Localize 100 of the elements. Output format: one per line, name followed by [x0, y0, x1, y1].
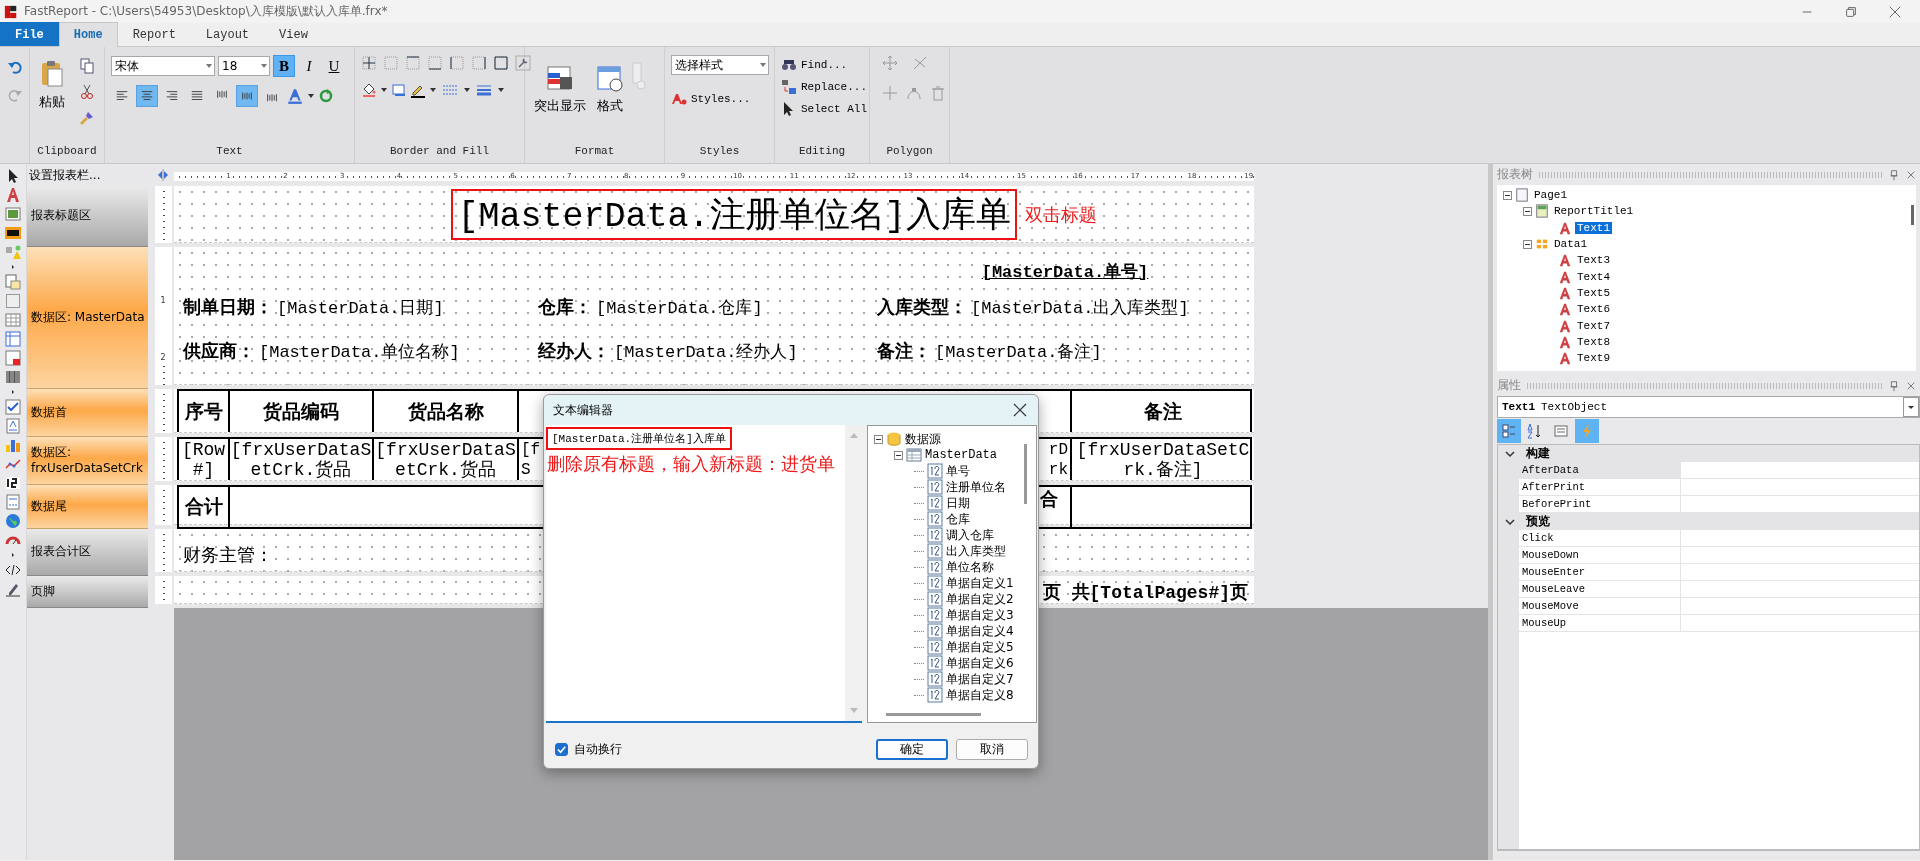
- wrench-icon[interactable]: [515, 55, 531, 71]
- align-button[interactable]: [136, 85, 158, 107]
- curve-icon[interactable]: [906, 85, 922, 101]
- tree-item[interactable]: Text1: [1575, 221, 1612, 234]
- tree-item[interactable]: 单据自定义4: [946, 622, 1014, 640]
- property-name[interactable]: BeforePrint: [1519, 496, 1681, 512]
- band-label[interactable]: 报表标题区: [27, 186, 148, 247]
- close-icon[interactable]: [1013, 403, 1027, 417]
- tree-item[interactable]: 单据自定义5: [946, 638, 1014, 656]
- border-icon[interactable]: [449, 55, 465, 71]
- band-label[interactable]: 报表合计区: [27, 529, 148, 576]
- tree-item[interactable]: Text5: [1575, 286, 1612, 299]
- font-name-dropdown[interactable]: 宋体: [111, 56, 215, 76]
- globe-icon[interactable]: [5, 513, 21, 529]
- toolbar-button[interactable]: [1497, 419, 1521, 443]
- editing-button[interactable]: Replace...: [781, 77, 867, 97]
- tree-item[interactable]: Text7: [1575, 319, 1612, 332]
- tree-item[interactable]: 注册单位名: [946, 478, 1006, 496]
- property-name[interactable]: MouseLeave: [1519, 581, 1681, 597]
- signature-pen-icon[interactable]: [5, 581, 21, 597]
- matrix-icon[interactable]: [5, 331, 21, 347]
- border-icon[interactable]: [361, 55, 377, 71]
- tree-item[interactable]: Text3: [1575, 254, 1612, 267]
- dotted-frame-icon[interactable]: [5, 293, 21, 309]
- style-dropdown[interactable]: 选择样式: [671, 55, 769, 75]
- tree-item[interactable]: 单号: [946, 462, 970, 480]
- tree-item[interactable]: Page1: [1532, 189, 1569, 202]
- tree-item[interactable]: Text9: [1575, 352, 1612, 365]
- undo-icon[interactable]: [6, 59, 23, 75]
- tree-item[interactable]: ReportTitle1: [1552, 205, 1636, 218]
- vertical-align-button[interactable]: [236, 85, 258, 107]
- band-label[interactable]: 数据首: [27, 389, 148, 437]
- bold-button[interactable]: B: [273, 55, 295, 77]
- tree-item[interactable]: 单位名称: [946, 558, 994, 576]
- expand-triangle-icon[interactable]: [9, 263, 17, 271]
- scrollbar[interactable]: [1911, 205, 1914, 225]
- collapse-arrows-icon[interactable]: [157, 169, 169, 181]
- ribbon-tab[interactable]: View: [264, 22, 323, 46]
- band-label[interactable]: 数据区: MasterData: [27, 247, 148, 389]
- ok-button[interactable]: 确定: [876, 739, 948, 760]
- ribbon-tab[interactable]: Report: [117, 22, 191, 46]
- line-width-icon[interactable]: [474, 82, 494, 98]
- move-arrows-icon[interactable]: [882, 55, 898, 71]
- format-button[interactable]: 格式: [593, 61, 627, 141]
- letter-a-icon[interactable]: [5, 187, 21, 203]
- editing-button[interactable]: Select All: [781, 99, 867, 119]
- tree-item[interactable]: Text8: [1575, 335, 1612, 348]
- barcode-icon[interactable]: [5, 369, 21, 385]
- shadow-box-icon[interactable]: [391, 82, 407, 98]
- scrollbar[interactable]: [886, 713, 981, 716]
- tree-item[interactable]: 出入库类型: [946, 542, 1006, 560]
- tree-item[interactable]: 单据自定义3: [946, 606, 1014, 624]
- property-name[interactable]: MouseDown: [1519, 547, 1681, 563]
- bar-chart-icon[interactable]: [5, 437, 21, 453]
- object-selector[interactable]: Text1 TextObject: [1497, 396, 1920, 418]
- styles-button[interactable]: Styles...: [671, 89, 769, 109]
- table-icon[interactable]: [5, 312, 21, 328]
- fill-bucket-icon[interactable]: [361, 81, 377, 99]
- font-color-icon[interactable]: [286, 87, 304, 105]
- underline-button[interactable]: U: [323, 55, 345, 77]
- restore-icon[interactable]: [1844, 4, 1858, 19]
- editing-button[interactable]: Find...: [781, 55, 867, 75]
- cancel-button[interactable]: 取消: [956, 739, 1028, 760]
- tree-item[interactable]: 数据源: [905, 430, 941, 448]
- property-name[interactable]: MouseMove: [1519, 598, 1681, 614]
- italic-button[interactable]: I: [298, 55, 320, 77]
- checkbox[interactable]: [555, 743, 568, 756]
- tree-item[interactable]: 调入仓库: [946, 526, 994, 544]
- tree-item[interactable]: 单据自定义7: [946, 670, 1014, 688]
- band-label[interactable]: 数据尾: [27, 485, 148, 529]
- checkbox-icon[interactable]: [5, 399, 21, 415]
- pin-icon[interactable]: [1888, 167, 1900, 182]
- expand-toggle[interactable]: [1523, 206, 1532, 216]
- border-icon[interactable]: [427, 55, 443, 71]
- property-name[interactable]: AfterData: [1519, 462, 1681, 478]
- rich-text-icon[interactable]: [5, 418, 21, 434]
- border-icon[interactable]: [405, 55, 421, 71]
- expand-triangle-icon[interactable]: [9, 551, 17, 559]
- band-label[interactable]: 数据区: frxUserDataSetCrk: [27, 437, 148, 485]
- tree-item[interactable]: 仓库: [946, 510, 970, 528]
- close-icon[interactable]: [1888, 4, 1902, 19]
- tree-item[interactable]: 单据自定义1: [946, 574, 1014, 592]
- paste-button[interactable]: 粘贴: [36, 55, 68, 141]
- tree-item[interactable]: 单据自定义8: [946, 686, 1014, 704]
- svg-file-icon[interactable]: [5, 225, 21, 241]
- property-name[interactable]: Click: [1519, 530, 1681, 546]
- format-button[interactable]: 突出显示: [531, 61, 589, 141]
- pin-icon[interactable]: [1888, 378, 1900, 393]
- border-icon[interactable]: [471, 55, 487, 71]
- expand-toggle[interactable]: [894, 450, 903, 460]
- property-name[interactable]: MouseEnter: [1519, 564, 1681, 580]
- tree-item[interactable]: Text4: [1575, 270, 1612, 283]
- property-name[interactable]: MouseUp: [1519, 615, 1681, 631]
- band-setup-label[interactable]: 设置报表栏...: [27, 164, 148, 186]
- expand-toggle[interactable]: [1523, 239, 1532, 249]
- copy-icon[interactable]: [79, 58, 95, 74]
- band-label[interactable]: 页脚: [27, 576, 148, 608]
- tree-item[interactable]: MasterData: [925, 448, 997, 462]
- font-size-dropdown[interactable]: 18: [218, 56, 270, 76]
- property-name[interactable]: AfterPrint: [1519, 479, 1681, 495]
